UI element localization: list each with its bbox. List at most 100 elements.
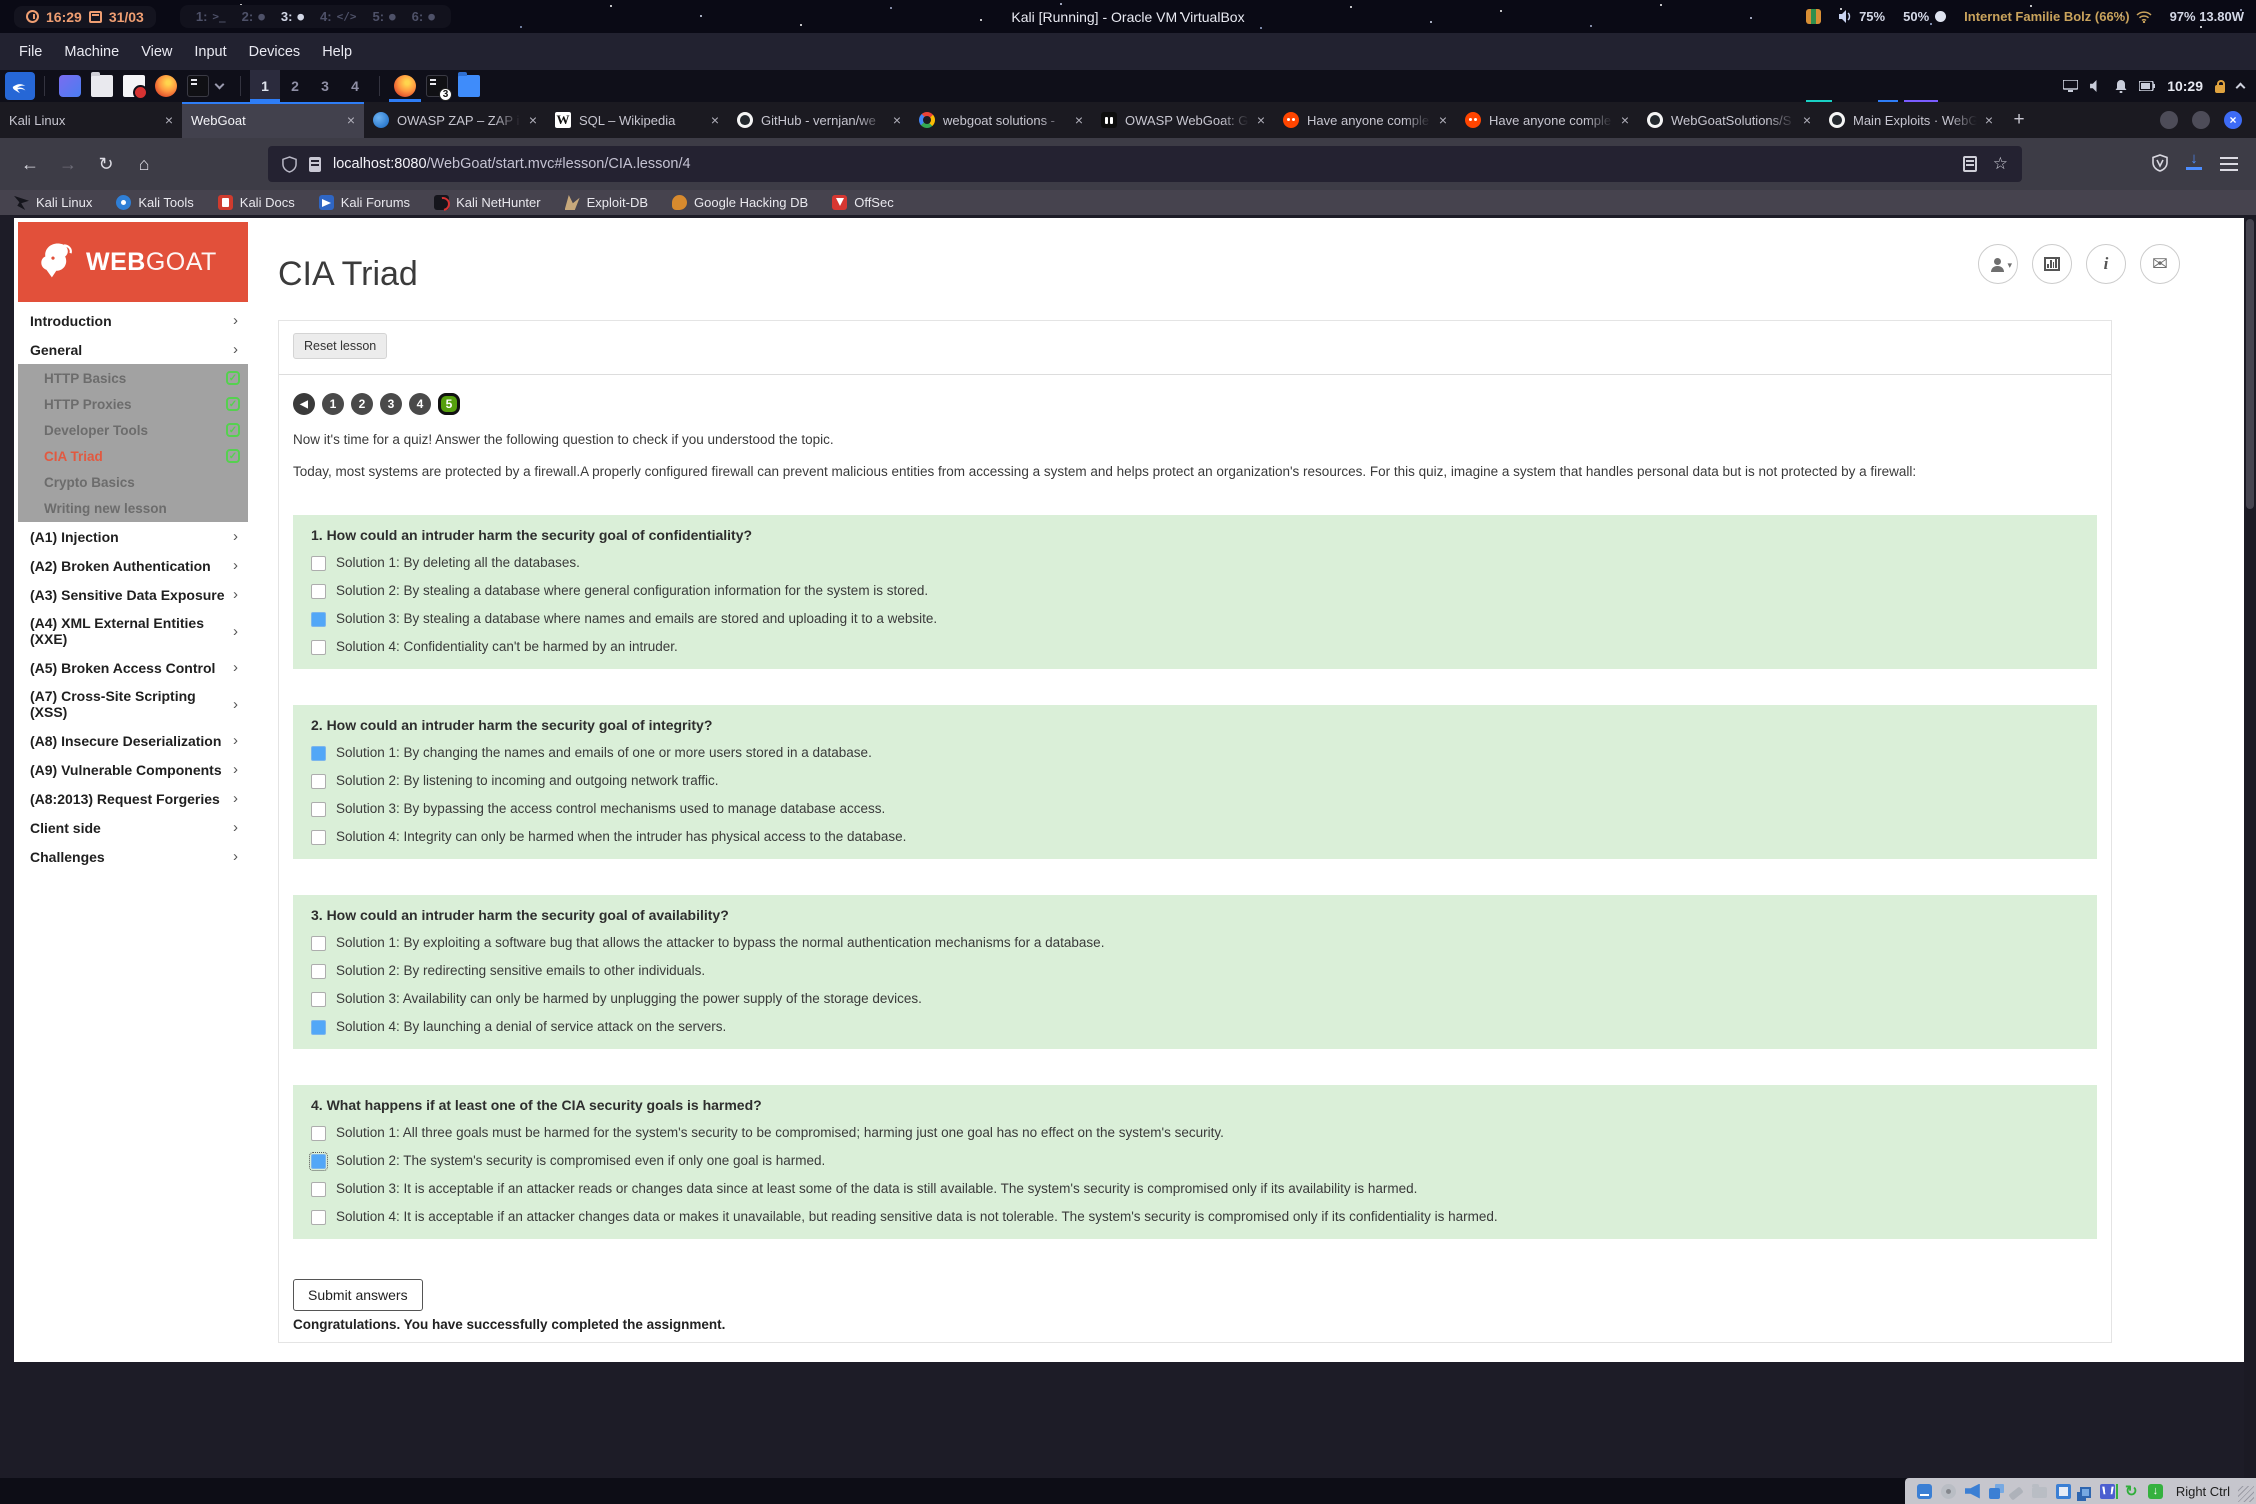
notifications-tray-icon[interactable] xyxy=(2115,80,2127,93)
option-checkbox[interactable] xyxy=(311,1154,326,1169)
guest-clock[interactable]: 10:29 xyxy=(2167,78,2203,94)
page-scrollbar[interactable] xyxy=(2244,215,2256,1478)
tab-sql-wikipedia[interactable]: SQL – Wikipedia× xyxy=(546,102,728,138)
option-checkbox[interactable] xyxy=(311,802,326,817)
close-icon[interactable]: × xyxy=(1257,112,1265,128)
option-checkbox[interactable] xyxy=(311,992,326,1007)
menu-machine[interactable]: Machine xyxy=(53,39,130,65)
option-checkbox[interactable] xyxy=(311,1182,326,1197)
page-info-icon[interactable] xyxy=(309,157,321,172)
option-checkbox[interactable] xyxy=(311,556,326,571)
sidebar-item-a8-2013-request-forgeries[interactable]: (A8:2013) Request Forgeries› xyxy=(18,784,248,813)
vm-features-icon[interactable] xyxy=(2100,1484,2115,1499)
answer-option[interactable]: Solution 4: It is acceptable if an attac… xyxy=(311,1209,2079,1225)
open-firefox-window[interactable] xyxy=(389,70,421,102)
battery-indicator[interactable]: 97% 13.80W xyxy=(2170,9,2244,24)
sidebar-item-a1-injection[interactable]: (A1) Injection› xyxy=(18,522,248,551)
bookmark-kali-tools[interactable]: Kali Tools xyxy=(116,195,193,210)
tab-owasp-zap[interactable]: OWASP ZAP – ZAP i× xyxy=(364,102,546,138)
lesson-developer-tools[interactable]: Developer Tools xyxy=(18,417,248,443)
firefox-launcher-icon[interactable] xyxy=(155,75,177,97)
host-workspace-6[interactable]: 6:● xyxy=(412,9,435,24)
sidebar-item-a4-xxe[interactable]: (A4) XML External Entities (XXE)› xyxy=(18,609,248,653)
usb-icon[interactable] xyxy=(2008,1486,2023,1500)
sidebar-item-a5-broken-access[interactable]: (A5) Broken Access Control› xyxy=(18,653,248,682)
user-menu-button[interactable]: ▾ xyxy=(1978,244,2018,284)
host-clock-widget[interactable]: 16:29 31/03 xyxy=(14,6,156,28)
maximize-button[interactable] xyxy=(2192,111,2210,129)
submit-answers-button[interactable]: Submit answers xyxy=(293,1279,423,1311)
bookmark-exploit-db[interactable]: Exploit-DB xyxy=(565,195,648,210)
tab-webgoat[interactable]: WebGoat× xyxy=(182,102,364,138)
guest-workspace-4[interactable]: 4 xyxy=(340,70,370,102)
tracking-protection-shield-icon[interactable] xyxy=(282,156,297,173)
answer-option[interactable]: Solution 2: By stealing a database where… xyxy=(311,583,2079,599)
guest-workspace-2[interactable]: 2 xyxy=(280,70,310,102)
bookmark-kali-docs[interactable]: Kali Docs xyxy=(218,195,295,210)
close-icon[interactable]: × xyxy=(1439,112,1447,128)
text-editor-icon[interactable] xyxy=(123,75,145,97)
answer-option[interactable]: Solution 3: By bypassing the access cont… xyxy=(311,801,2079,817)
option-checkbox[interactable] xyxy=(311,936,326,951)
bookmark-kali-forums[interactable]: Kali Forums xyxy=(319,195,410,210)
tab-reddit-1[interactable]: Have anyone comple× xyxy=(1274,102,1456,138)
option-checkbox[interactable] xyxy=(311,1126,326,1141)
bookmark-ghdb[interactable]: Google Hacking DB xyxy=(672,195,808,210)
menu-input[interactable]: Input xyxy=(183,39,237,65)
back-button[interactable]: ← xyxy=(14,148,46,180)
menu-help[interactable]: Help xyxy=(311,39,363,65)
option-checkbox[interactable] xyxy=(311,640,326,655)
close-icon[interactable]: × xyxy=(1803,112,1811,128)
answer-option[interactable]: Solution 4: By launching a denial of ser… xyxy=(311,1019,2079,1035)
lesson-crypto-basics[interactable]: Crypto Basics xyxy=(18,469,248,495)
downloads-button[interactable] xyxy=(2186,152,2202,170)
sidebar-item-a2-broken-authentication[interactable]: (A2) Broken Authentication› xyxy=(18,551,248,580)
volume-indicator[interactable]: 75% xyxy=(1839,9,1885,24)
option-checkbox[interactable] xyxy=(311,964,326,979)
answer-option[interactable]: Solution 4: Confidentiality can't be har… xyxy=(311,639,2079,655)
menu-file[interactable]: File xyxy=(8,39,53,65)
tab-kali-linux[interactable]: Kali Linux× xyxy=(0,102,182,138)
answer-option[interactable]: Solution 3: By stealing a database where… xyxy=(311,611,2079,627)
page-button-2[interactable]: 2 xyxy=(351,393,373,415)
sidebar-item-client-side[interactable]: Client side› xyxy=(18,813,248,842)
bookmark-offsec[interactable]: OffSec xyxy=(832,195,894,210)
host-workspace-1[interactable]: 1:>_ xyxy=(196,9,226,24)
sidebar-item-general[interactable]: General› xyxy=(18,335,248,364)
bookmark-star-icon[interactable]: ☆ xyxy=(1993,154,2008,174)
scrollbar-thumb[interactable] xyxy=(2246,219,2254,509)
brightness-indicator[interactable]: 50% xyxy=(1903,9,1946,24)
page-button-1[interactable]: 1 xyxy=(322,393,344,415)
launcher-dropdown-icon[interactable] xyxy=(215,79,225,89)
menu-view[interactable]: View xyxy=(130,39,183,65)
scoreboard-button[interactable] xyxy=(2032,244,2072,284)
home-button[interactable]: ⌂ xyxy=(128,148,160,180)
previous-page-button[interactable]: ◀ xyxy=(293,393,315,415)
extension-shield-icon[interactable] xyxy=(2152,154,2168,172)
option-checkbox[interactable] xyxy=(311,584,326,599)
close-icon[interactable]: × xyxy=(711,112,719,128)
address-bar[interactable]: localhost:8080/WebGoat/start.mvc#lesson/… xyxy=(268,146,2022,182)
option-checkbox[interactable] xyxy=(311,612,326,627)
tab-owasp-webgoat[interactable]: OWASP WebGoat: G× xyxy=(1092,102,1274,138)
terminal-launcher-icon[interactable] xyxy=(187,75,209,97)
reset-lesson-button[interactable]: Reset lesson xyxy=(293,333,387,359)
sidebar-item-introduction[interactable]: Introduction› xyxy=(18,306,248,335)
bookmark-kali-linux[interactable]: Kali Linux xyxy=(14,195,92,210)
option-checkbox[interactable] xyxy=(311,1210,326,1225)
tab-reddit-2[interactable]: Have anyone comple× xyxy=(1456,102,1638,138)
network-icon[interactable] xyxy=(1989,1488,2000,1499)
sidebar-item-a7-xss[interactable]: (A7) Cross-Site Scripting (XSS)› xyxy=(18,682,248,726)
recording-icon[interactable] xyxy=(2080,1487,2091,1498)
option-checkbox[interactable] xyxy=(311,830,326,845)
menu-hamburger-icon[interactable] xyxy=(2220,157,2238,171)
tray-expand-icon[interactable] xyxy=(2236,83,2246,93)
mouse-integration-icon[interactable] xyxy=(2124,1484,2139,1499)
lesson-http-proxies[interactable]: HTTP Proxies xyxy=(18,391,248,417)
host-workspace-2[interactable]: 2:● xyxy=(242,9,265,24)
open-files-window[interactable] xyxy=(453,70,485,102)
host-workspace-3[interactable]: 3:● xyxy=(281,9,304,24)
hard-disk-icon[interactable] xyxy=(1917,1484,1932,1499)
display-icon[interactable] xyxy=(2056,1484,2071,1499)
answer-option[interactable]: Solution 1: By changing the names and em… xyxy=(311,745,2079,761)
